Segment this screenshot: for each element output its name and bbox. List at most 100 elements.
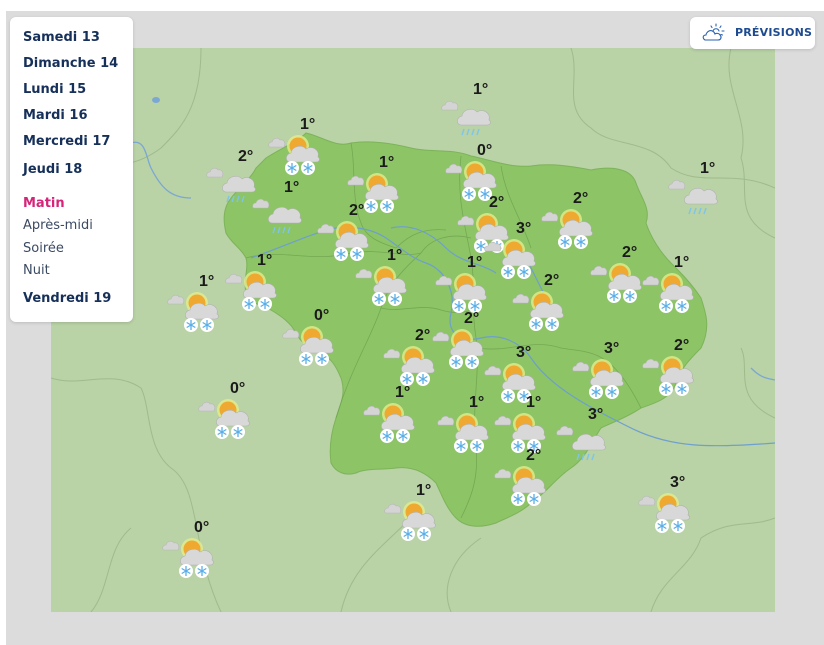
small-cloud-icon	[282, 328, 300, 339]
sun-cloud-snow-icon	[363, 403, 415, 443]
weather-marker[interactable]: 0°	[198, 380, 258, 448]
small-cloud-icon	[668, 179, 686, 190]
weather-marker[interactable]: 1°	[437, 394, 497, 462]
small-cloud-icon	[638, 495, 656, 506]
rain-icon	[461, 128, 480, 136]
weather-marker[interactable]: 3°	[572, 340, 632, 408]
weather-marker[interactable]: 1°	[363, 384, 423, 452]
snowflake-icon	[511, 492, 525, 506]
day-item-lundi-15[interactable]: Lundi 15	[23, 82, 86, 97]
weather-marker[interactable]: 1°	[252, 179, 312, 245]
snowflake-icon	[380, 199, 394, 213]
weather-marker[interactable]: 1°	[384, 482, 444, 550]
snowflake-icon	[501, 265, 515, 279]
weather-marker[interactable]: 0°	[282, 307, 342, 375]
snowflake-icon	[465, 355, 479, 369]
snowflake-icon	[195, 564, 209, 578]
snowflake-icon	[401, 527, 415, 541]
snowflake-icon	[545, 317, 559, 331]
sun-cloud-snow-icon	[225, 271, 277, 311]
temperature-label: 2°	[464, 310, 480, 327]
weather-marker[interactable]: 2°	[494, 447, 554, 515]
weather-marker[interactable]: 3°	[556, 406, 616, 472]
day-item-vendredi-19[interactable]: Vendredi 19	[23, 291, 111, 306]
temperature-label: 1°	[416, 482, 432, 499]
snowflake-icon	[607, 289, 621, 303]
snowflake-icon	[574, 235, 588, 249]
day-item-dimanche-14[interactable]: Dimanche 14	[23, 56, 118, 71]
period-item-apres-midi[interactable]: Après-midi	[23, 218, 93, 233]
day-selector-panel: Samedi 13 Dimanche 14 Lundi 15 Mardi 16 …	[10, 17, 133, 322]
small-cloud-icon	[484, 241, 502, 252]
day-item-mardi-16[interactable]: Mardi 16	[23, 108, 88, 123]
sun-cloud-snow-icon	[162, 538, 214, 578]
sun-cloud-snow-icon	[638, 493, 690, 533]
weather-map[interactable]: 1° 2° 1° 1° 1° 0° 1° 2° 2° 2° 3° 1° 1° 1…	[51, 48, 775, 612]
small-cloud-icon	[225, 273, 243, 284]
snowflake-icon	[184, 318, 198, 332]
weather-marker[interactable]: 1°	[167, 273, 227, 341]
weather-marker[interactable]: 3°	[638, 474, 698, 542]
sun-cloud-snow-icon	[590, 263, 642, 303]
rain-icon	[688, 207, 707, 215]
sun-cloud-snow-icon	[432, 329, 484, 369]
period-item-matin[interactable]: Matin	[23, 196, 65, 211]
snowflake-icon	[517, 265, 531, 279]
cloud-rain-icon	[441, 100, 491, 136]
small-cloud-icon	[347, 175, 365, 186]
temperature-label: 1°	[257, 252, 273, 269]
weather-marker[interactable]: 2°	[642, 337, 702, 405]
day-item-jeudi-18[interactable]: Jeudi 18	[23, 162, 82, 177]
weather-marker[interactable]: 1°	[268, 116, 328, 184]
temperature-label: 2°	[573, 190, 589, 207]
small-cloud-icon	[198, 401, 216, 412]
snowflake-icon	[462, 187, 476, 201]
temperature-label: 1°	[199, 273, 215, 290]
small-cloud-icon	[167, 294, 185, 305]
temperature-label: 2°	[622, 244, 638, 261]
small-cloud-icon	[268, 137, 286, 148]
snowflake-icon	[659, 382, 673, 396]
snowflake-icon	[334, 247, 348, 261]
day-item-samedi-13[interactable]: Samedi 13	[23, 30, 100, 45]
temperature-label: 3°	[516, 220, 532, 237]
sun-cloud-snow-icon	[282, 326, 334, 366]
small-cloud-icon	[484, 365, 502, 376]
weather-marker[interactable]: 1°	[225, 252, 285, 320]
temperature-label: 3°	[670, 474, 686, 491]
small-cloud-icon	[355, 268, 373, 279]
rain-icon	[226, 195, 245, 203]
small-cloud-icon	[556, 425, 574, 436]
weather-marker[interactable]: 0°	[162, 519, 222, 587]
forecast-button[interactable]: PRÉVISIONS	[690, 17, 815, 49]
temperature-label: 0°	[230, 380, 246, 397]
weather-marker[interactable]: 1°	[441, 81, 501, 147]
temperature-label: 1°	[387, 247, 403, 264]
small-cloud-icon	[541, 211, 559, 222]
snowflake-icon	[623, 289, 637, 303]
weather-marker[interactable]: 1°	[494, 394, 554, 462]
small-cloud-icon	[642, 275, 660, 286]
weather-marker[interactable]: 1°	[668, 160, 728, 226]
sun-cloud-snow-icon	[642, 356, 694, 396]
sun-cloud-snow-icon	[437, 413, 489, 453]
weather-marker[interactable]: 2°	[590, 244, 650, 312]
weather-marker[interactable]: 1°	[642, 254, 702, 322]
period-item-nuit[interactable]: Nuit	[23, 263, 50, 278]
snowflake-icon	[179, 564, 193, 578]
snowflake-icon	[511, 439, 525, 453]
temperature-label: 1°	[284, 179, 300, 196]
weather-marker[interactable]: 2°	[541, 190, 601, 258]
weather-marker[interactable]: 2°	[432, 310, 492, 378]
temperature-label: 1°	[300, 116, 316, 133]
cloud-icon	[684, 187, 718, 205]
period-item-soiree[interactable]: Soirée	[23, 241, 64, 256]
sun-cloud-snow-icon	[642, 273, 694, 313]
small-cloud-icon	[432, 331, 450, 342]
day-item-mercredi-17[interactable]: Mercredi 17	[23, 134, 110, 149]
weather-marker[interactable]: 1°	[355, 247, 415, 315]
weather-marker[interactable]: 2°	[512, 272, 572, 340]
snowflake-icon	[372, 292, 386, 306]
temperature-label: 1°	[469, 394, 485, 411]
temperature-label: 0°	[477, 142, 493, 159]
